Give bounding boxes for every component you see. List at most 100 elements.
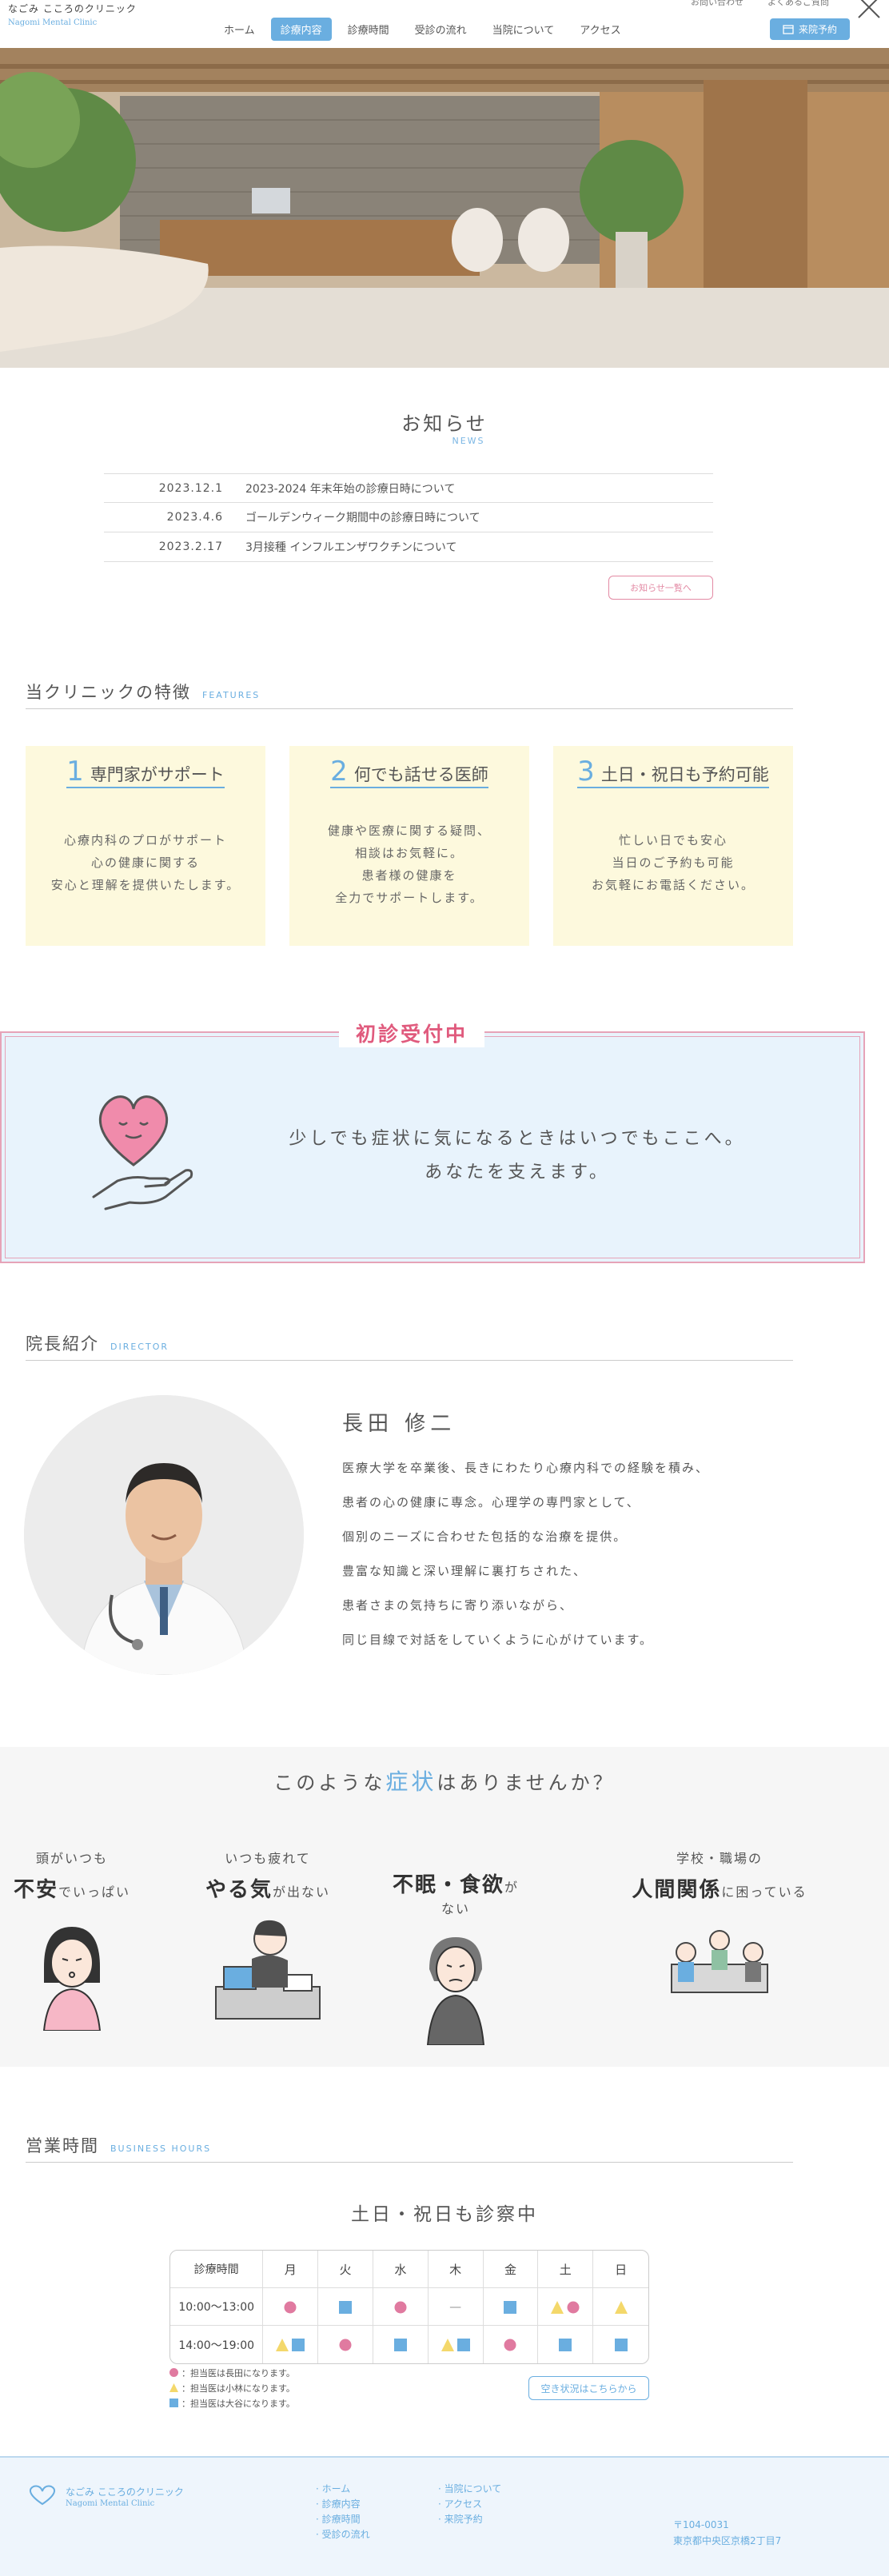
symptom-line2: 不眠・食欲がない: [392, 1868, 520, 1917]
hours-title-en: BUSINESS HOURS: [110, 2143, 212, 2154]
feature-line: 全力でサポートします。: [335, 891, 484, 905]
title-highlight: 症状: [385, 1769, 437, 1795]
feature-body: 心療内科のプロがサポート 心の健康に関する 安心と理解を提供いたします。: [26, 829, 265, 896]
symptom-rest: が出ない: [273, 1884, 331, 1900]
feature-title: 1 専門家がサポート: [26, 756, 265, 788]
first-visit-label: 初診受付中: [339, 1019, 484, 1047]
header-cell: 診療時間: [170, 2251, 264, 2288]
footer-links-col1: · ホーム · 診療内容 · 診療時間 · 受診の流れ: [316, 2482, 370, 2542]
footer-link[interactable]: · 来院予約: [438, 2512, 501, 2527]
footer-link[interactable]: · 診療内容: [316, 2497, 370, 2512]
symptom-rest: でいっぱい: [58, 1884, 131, 1900]
news-text: ゴールデンウィーク期間中の診療日時について: [245, 512, 480, 524]
symptom-strong: 不眠・食欲: [392, 1873, 504, 1897]
square-mark: [337, 2299, 353, 2314]
symptom-item: 不眠・食欲がない: [392, 1848, 520, 2048]
time-cell: 14:00〜19:00: [170, 2326, 264, 2363]
news-date: 2023.4.6: [166, 511, 223, 524]
feature-line: 心の健康に関する: [90, 855, 200, 870]
footer-logo-en: Nagomi Mental Clinic: [66, 2499, 155, 2508]
symptom-strong: やる気: [205, 1878, 273, 1902]
news-item[interactable]: 2023.2.17 3月接種 インフルエンザワクチンについて: [104, 532, 713, 562]
schedule-cell: [318, 2326, 373, 2363]
hours-heading: 営業時間 BUSINESS HOURS: [26, 2133, 793, 2163]
logo-english: Nagomi Mental Clinic: [8, 18, 98, 27]
legend-text: ：担当医は長田になります。: [181, 2368, 295, 2379]
symptom-rest: に困っている: [721, 1884, 807, 1900]
feature-line: 安心と理解を提供いたします。: [50, 878, 241, 892]
nav-flow[interactable]: 受診の流れ: [405, 18, 476, 41]
footer-logo-jp: なごみ こころのクリニック: [66, 2486, 184, 2498]
header-cell: 火: [318, 2251, 373, 2288]
nav-access[interactable]: アクセス: [570, 18, 630, 41]
legend-item: ：担当医は長田になります。: [169, 2366, 295, 2381]
schedule-cell: [263, 2326, 319, 2363]
circle-icon: [169, 2368, 178, 2377]
square-mark: [393, 2338, 409, 2352]
header-cell: 月: [263, 2251, 319, 2288]
hours-table: 診療時間 月 火 水 木 金 土 日 10:00〜13:00 — 14:00〜1…: [169, 2250, 649, 2364]
logo-japanese: なごみ こころのクリニック: [8, 3, 137, 14]
reserve-button[interactable]: 来院予約: [770, 18, 850, 40]
legend-item: ：担当医は大谷になります。: [169, 2396, 295, 2411]
news-title: お知らせ: [401, 413, 488, 435]
director-heading: 院長紹介 DIRECTOR: [26, 1331, 793, 1361]
feature-number: 2: [330, 756, 348, 788]
footer-link[interactable]: · ホーム: [316, 2482, 370, 2497]
bio-line: 患者さまの気持ちに寄り添いながら、: [342, 1598, 574, 1613]
feature-card: 2 何でも話せる医師 健康や医療に関する疑問、 相談はお気軽に。 患者様の健康を …: [289, 746, 529, 946]
symptom-strong: 不安: [13, 1878, 58, 1902]
symptom-item: いつも疲れて やる気が出ない: [196, 1848, 340, 2026]
legend-text: ：担当医は大谷になります。: [181, 2399, 295, 2409]
legend-text: ：担当医は小林になります。: [181, 2383, 295, 2394]
circle-mark: [282, 2299, 298, 2314]
symptom-strong: 人間関係: [632, 1878, 722, 1902]
feature-line: 忙しい日でも安心: [618, 833, 728, 847]
bio-line: 同じ目線で対話をしていくように心がけています。: [342, 1633, 654, 1647]
address-text: 東京都中央区京橋2丁目7: [673, 2535, 782, 2546]
first-visit-message: 少しでも症状に気になるときはいつでもここへ。 あなたを支えます。: [241, 1123, 793, 1190]
nav-home[interactable]: ホーム: [214, 18, 265, 41]
news-item[interactable]: 2023.12.1 2023-2024 年末年始の診療日時について: [104, 473, 713, 503]
title-pre: このような: [273, 1772, 386, 1794]
nav-about[interactable]: 当院について: [483, 18, 564, 41]
footer-link[interactable]: · 診療時間: [316, 2512, 370, 2527]
schedule-cell: [484, 2326, 539, 2363]
director-name: 長田 修二: [342, 1412, 456, 1436]
footer-link[interactable]: · 当院について: [438, 2482, 501, 2497]
contact-link[interactable]: お問い合わせ: [691, 0, 743, 8]
nav-hours[interactable]: 診療時間: [338, 18, 399, 41]
footer-link[interactable]: · 受診の流れ: [316, 2527, 370, 2542]
message-line: あなたを支えます。: [425, 1162, 610, 1182]
square-mark: [502, 2299, 518, 2314]
nav-treatment[interactable]: 診療内容: [270, 18, 332, 41]
news-more-button[interactable]: お知らせ一覧へ: [608, 576, 713, 600]
faq-link[interactable]: よくあるご質問: [767, 0, 829, 8]
feature-card: 1 専門家がサポート 心療内科のプロがサポート 心の健康に関する 安心と理解を提供…: [26, 746, 265, 946]
feature-title: 2 何でも話せる医師: [289, 756, 529, 788]
feature-line: 健康や医療に関する疑問、: [327, 823, 491, 838]
feature-label: 土日・祝日も予約可能: [600, 765, 769, 784]
schedule-cell: [263, 2288, 319, 2326]
vacancy-button[interactable]: 空き状況はこちらから: [528, 2376, 649, 2400]
feature-line: 相談はお気軽に。: [354, 846, 464, 860]
main-nav: ホーム 診療内容 診療時間 受診の流れ 当院について アクセス: [214, 18, 637, 41]
schedule-cell: [538, 2288, 594, 2326]
feature-title: 3 土日・祝日も予約可能: [553, 756, 793, 788]
footer-links-col2: · 当院について · アクセス · 来院予約: [438, 2482, 501, 2527]
features-heading: 当クリニックの特徴 FEATURES: [26, 680, 793, 709]
clinic-logo[interactable]: なごみ こころのクリニック Nagomi Mental Clinic: [8, 2, 137, 27]
footer-link[interactable]: · アクセス: [438, 2497, 501, 2512]
header-cell: 土: [538, 2251, 594, 2288]
bio-line: 患者の心の健康に専念。心理学の専門家として、: [342, 1495, 640, 1509]
schedule-cell: [373, 2326, 429, 2363]
close-icon[interactable]: [855, 0, 883, 21]
news-heading: お知らせ NEWS: [0, 408, 889, 446]
features-title: 当クリニックの特徴: [26, 683, 191, 702]
feature-line: 心療内科のプロがサポート: [63, 833, 227, 847]
hero-image: [0, 48, 889, 368]
bio-line: 医療大学を卒業後、長きにわたり心療内科での経験を積み、: [342, 1461, 710, 1475]
news-item[interactable]: 2023.4.6 ゴールデンウィーク期間中の診療日時について: [104, 503, 713, 532]
feature-line: 当日のご予約も可能: [612, 855, 735, 870]
symptoms-title: このような症状はありませんか？: [0, 1765, 889, 1796]
